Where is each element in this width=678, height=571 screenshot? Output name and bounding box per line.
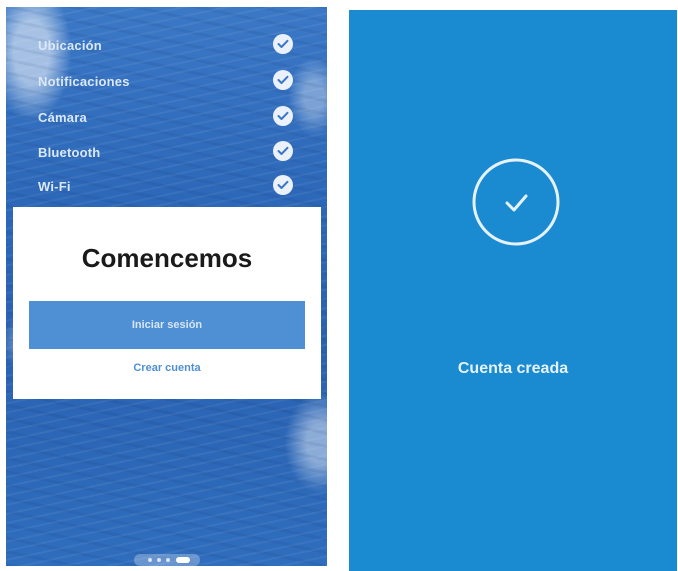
permission-label: Cámara (38, 110, 87, 125)
page-dot[interactable] (157, 558, 161, 562)
check-circle-icon (273, 70, 293, 90)
permission-row-wifi: Wi-Fi (6, 175, 327, 201)
account-created-screen: Cuenta creada (349, 10, 677, 571)
check-circle-icon (472, 158, 560, 246)
check-circle-icon (273, 141, 293, 161)
check-circle-icon (273, 106, 293, 126)
screenshot-stage: Ubicación Notificaciones Cámara Bluetoot… (0, 0, 678, 571)
permission-row-bluetooth: Bluetooth (6, 141, 327, 167)
permission-label: Bluetooth (38, 145, 101, 160)
page-dot-active[interactable] (176, 557, 190, 563)
permission-label: Ubicación (38, 38, 102, 53)
permission-row-location: Ubicación (6, 34, 327, 60)
page-dot[interactable] (148, 558, 152, 562)
check-circle-icon (273, 175, 293, 195)
permission-label: Wi-Fi (38, 179, 71, 194)
create-account-link[interactable]: Crear cuenta (13, 362, 321, 374)
onboarding-screen: Ubicación Notificaciones Cámara Bluetoot… (6, 7, 327, 566)
permission-row-camera: Cámara (6, 106, 327, 132)
page-indicator (134, 554, 200, 566)
permission-label: Notificaciones (38, 74, 130, 89)
card-title: Comencemos (81, 243, 253, 273)
permission-row-notifications: Notificaciones (6, 70, 327, 96)
page-dot[interactable] (166, 558, 170, 562)
get-started-card: Comencemos Iniciar sesión Crear cuenta (13, 207, 321, 399)
account-created-message: Cuenta creada (457, 360, 569, 377)
sign-in-button[interactable]: Iniciar sesión (29, 301, 305, 349)
check-circle-icon (273, 34, 293, 54)
